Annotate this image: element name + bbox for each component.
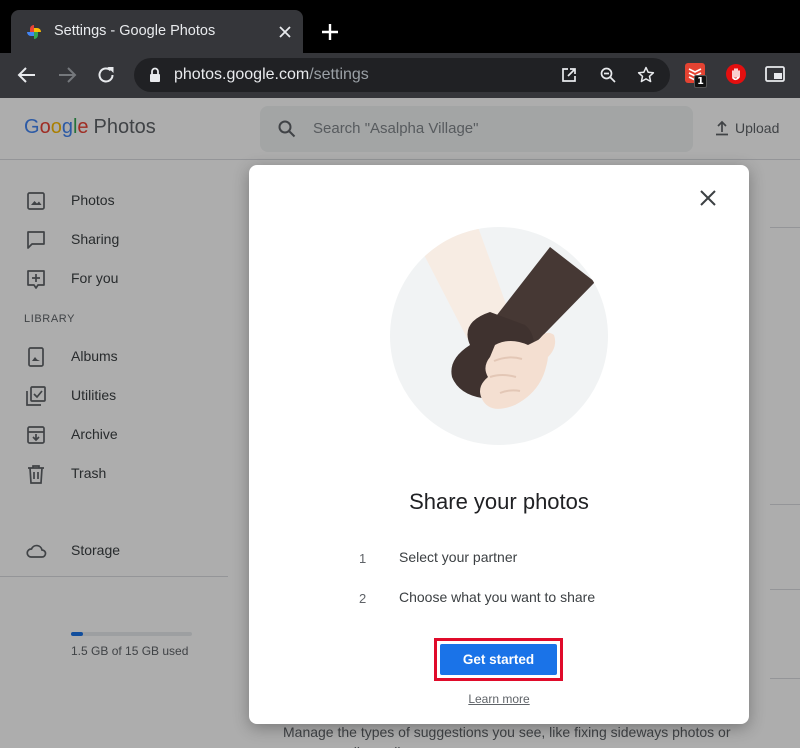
step-text: Choose what you want to share	[399, 589, 596, 605]
forward-arrow-icon[interactable]	[56, 64, 78, 86]
highlight-outline: Get started	[434, 638, 563, 681]
bookmark-star-icon[interactable]	[637, 66, 655, 84]
share-photos-dialog: Share your photos 1 Select your partner …	[249, 165, 749, 724]
browser-tab[interactable]: Settings - Google Photos	[11, 10, 303, 53]
tab-title: Settings - Google Photos	[54, 23, 216, 39]
learn-more-link[interactable]: Learn more	[468, 692, 529, 706]
browser-toolbar: photos.google.com/settings 1	[0, 53, 800, 98]
holding-hands-illustration	[390, 227, 608, 445]
extension-badge: 1	[694, 75, 707, 88]
lock-icon	[150, 67, 160, 82]
google-photos-pinwheel-icon	[27, 25, 41, 39]
step-number: 1	[359, 551, 367, 566]
open-in-new-icon[interactable]	[560, 66, 578, 84]
learn-more-link-row: Learn more	[249, 692, 749, 706]
step-number: 2	[359, 591, 367, 606]
step-text: Select your partner	[399, 549, 518, 565]
new-tab-plus-icon[interactable]	[319, 21, 341, 43]
adblock-hand-icon[interactable]	[725, 63, 747, 85]
back-arrow-icon[interactable]	[16, 64, 38, 86]
dialog-title: Share your photos	[409, 489, 589, 514]
address-bar[interactable]: photos.google.com/settings	[134, 58, 670, 92]
get-started-button[interactable]: Get started	[440, 644, 557, 675]
picture-in-picture-icon[interactable]	[764, 63, 786, 85]
zoom-icon[interactable]	[599, 66, 617, 84]
step-item: 2 Choose what you want to share	[249, 589, 749, 609]
url-text: photos.google.com/settings	[174, 66, 369, 83]
browser-tab-strip: Settings - Google Photos	[0, 0, 800, 53]
step-item: 1 Select your partner	[249, 549, 749, 569]
reload-icon[interactable]	[95, 64, 117, 86]
todoist-extension-icon[interactable]: 1	[685, 63, 707, 88]
close-tab-icon[interactable]	[277, 24, 293, 40]
close-icon[interactable]	[697, 187, 719, 209]
